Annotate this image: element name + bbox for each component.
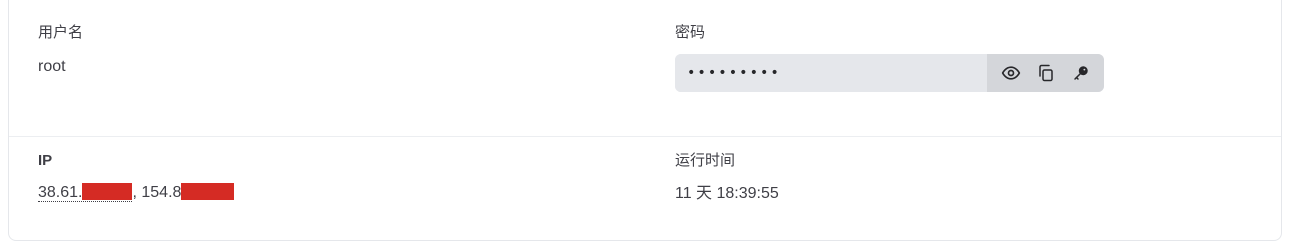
- username-value: root: [38, 58, 66, 75]
- password-actions: [987, 54, 1104, 92]
- password-field-group: [675, 54, 1104, 92]
- copy-password-button[interactable]: [1032, 59, 1060, 87]
- copy-icon: [1038, 64, 1053, 82]
- password-label: 密码: [675, 24, 706, 41]
- credentials-row: 用户名 root 密码: [9, 9, 1281, 136]
- ip1-prefix: 38.61.: [38, 184, 83, 201]
- ip-label: IP: [38, 152, 53, 169]
- ip-address-1[interactable]: 38.61.: [38, 183, 133, 202]
- show-password-button[interactable]: [997, 59, 1025, 87]
- uptime-value: 11 天 18:39:55: [675, 185, 779, 202]
- server-detail-card: 用户名 root 密码 ••••••••• IP 38.61. , 154.8 …: [8, 0, 1282, 241]
- eye-icon: [1001, 66, 1020, 80]
- username-label: 用户名: [38, 24, 84, 41]
- key-icon: [1073, 66, 1088, 80]
- reset-password-button[interactable]: [1067, 59, 1095, 87]
- ip-addresses: 38.61., 154.8: [38, 183, 235, 203]
- server-info-row: IP 38.61., 154.8 运行时间 11 天 18:39:55: [9, 136, 1281, 243]
- redaction-block-1: [82, 183, 133, 200]
- uptime-label: 运行时间: [675, 152, 736, 169]
- password-field[interactable]: [675, 54, 987, 92]
- redaction-block-2: [181, 183, 235, 200]
- ip-address-2[interactable]: 154.8: [141, 183, 235, 201]
- ip2-prefix: 154.8: [141, 184, 182, 201]
